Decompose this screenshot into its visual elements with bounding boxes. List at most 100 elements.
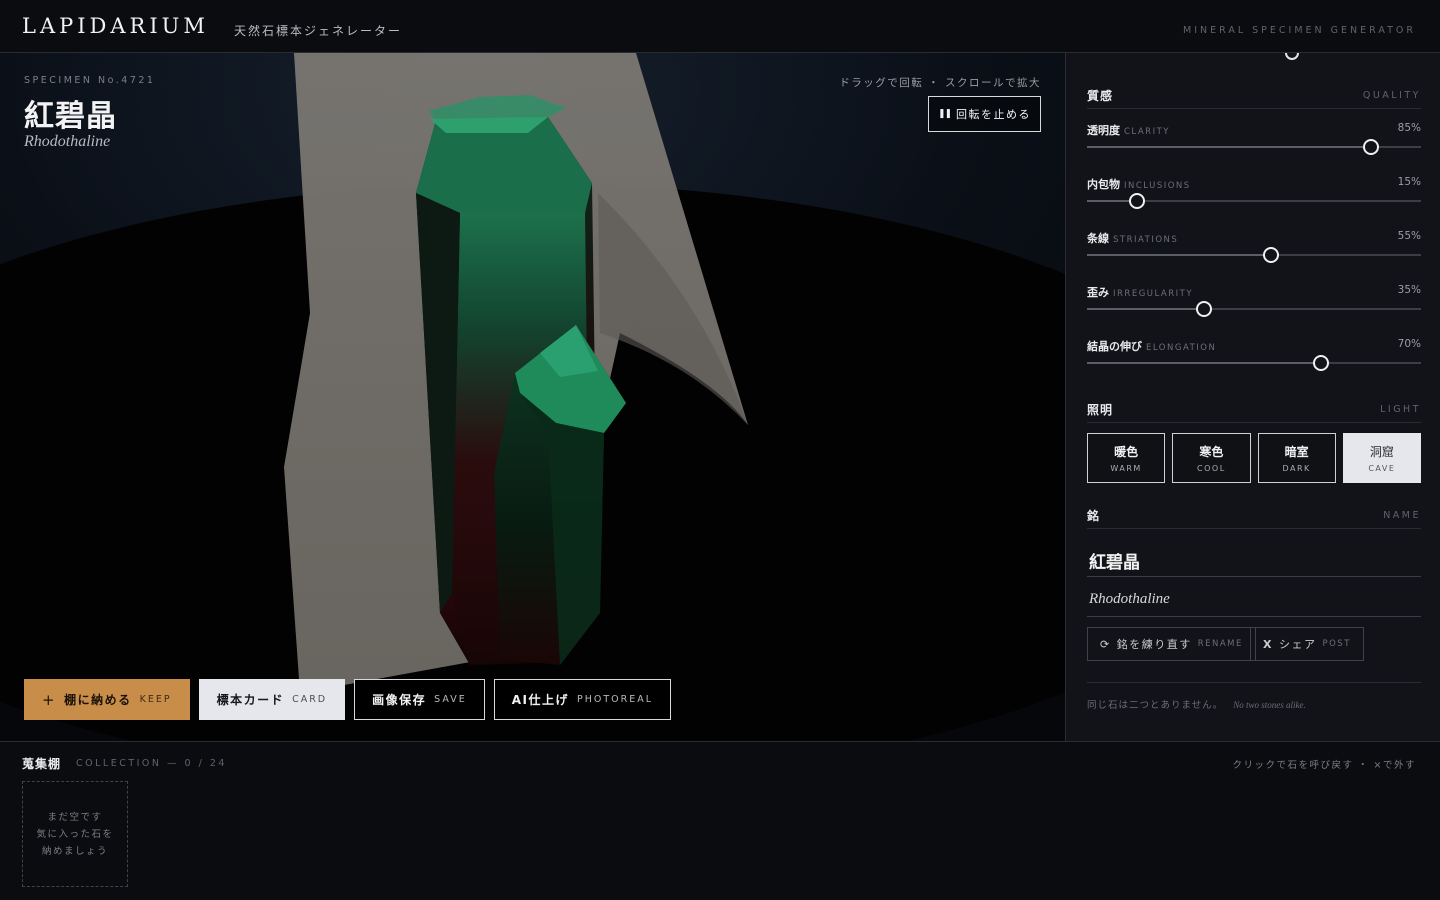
specimen-number: SPECIMEN No.4721: [24, 75, 156, 86]
quality-section-header: 質感 QUALITY: [1087, 87, 1421, 109]
rename-label-en: RENAME: [1197, 639, 1243, 649]
partial-slider-thumb[interactable]: [1285, 53, 1299, 60]
slider-track[interactable]: [1087, 139, 1421, 155]
slider-label: 結晶の伸び ELONGATION: [1087, 340, 1217, 353]
light-option-label: 寒色: [1199, 445, 1224, 459]
name-jp-field[interactable]: 紅碧晶: [1087, 539, 1421, 577]
quality-title-en: QUALITY: [1362, 90, 1421, 101]
empty-line-1: まだ空です: [47, 811, 103, 823]
specimen-name-en: Rhodothaline: [24, 133, 111, 150]
slider-track[interactable]: [1087, 247, 1421, 263]
slider-irregularity[interactable]: 歪み IRREGULARITY 35%: [1087, 284, 1421, 317]
slider-fill: [1087, 254, 1271, 256]
light-option-dark[interactable]: 暗室 DARK: [1257, 433, 1336, 483]
stop-rotation-button[interactable]: ❚❚ 回転を止める: [928, 96, 1041, 132]
card-label: 標本カード: [216, 693, 285, 707]
light-option-cool[interactable]: 寒色 COOL: [1172, 433, 1251, 483]
footnote: 同じ石は二つとありません。 No two stones alike.: [1087, 697, 1306, 711]
empty-line-2: 気に入った石を: [36, 828, 114, 840]
collection-title: 蒐集棚: [22, 757, 62, 771]
slider-track[interactable]: [1087, 355, 1421, 371]
light-title: 照明: [1087, 403, 1114, 417]
header-tagline: MINERAL SPECIMEN GENERATOR: [1183, 25, 1416, 36]
ai-label-en: PHOTOREAL: [577, 694, 654, 705]
plus-icon: +: [42, 690, 57, 709]
keep-button[interactable]: + 棚に納める KEEP: [24, 679, 190, 720]
card-label-en: CARD: [292, 694, 328, 705]
light-option-label-en: WARM: [1110, 464, 1142, 473]
footnote-jp: 同じ石は二つとありません。: [1087, 700, 1224, 711]
quality-title: 質感: [1087, 89, 1114, 103]
slider-label: 歪み IRREGULARITY: [1087, 286, 1194, 299]
control-panel: 質感 QUALITY 透明度 CLARITY 85% 内包物 INCLUSIONS 15%…: [1065, 53, 1440, 741]
name-section-header: 銘 NAME: [1087, 507, 1421, 529]
brand-subtitle: 天然石標本ジェネレーター: [234, 24, 403, 38]
empty-collection-slot: まだ空です 気に入った石を 納めましょう: [22, 781, 128, 887]
light-option-label: 暖色: [1114, 445, 1139, 459]
light-option-label-en: COOL: [1197, 464, 1226, 473]
keep-label: 棚に納める: [64, 693, 132, 707]
slider-fill: [1087, 362, 1321, 364]
slider-thumb[interactable]: [1195, 301, 1212, 317]
slider-clarity[interactable]: 透明度 CLARITY 85%: [1087, 122, 1421, 155]
slider-striations[interactable]: 条線 STRIATIONS 55%: [1087, 230, 1421, 263]
slider-elongation[interactable]: 結晶の伸び ELONGATION 70%: [1087, 338, 1421, 371]
slider-inclusions[interactable]: 内包物 INCLUSIONS 15%: [1087, 176, 1421, 209]
viewport-hint: ドラッグで回転 ・ スクロールで拡大: [839, 77, 1041, 89]
x-logo-icon: X: [1263, 637, 1273, 651]
brand-logo[interactable]: LAPIDARIUM: [22, 14, 209, 38]
ai-label: AI仕上げ: [511, 693, 570, 707]
card-button[interactable]: 標本カード CARD: [198, 679, 346, 720]
slider-fill: [1087, 308, 1204, 310]
slider-thumb[interactable]: [1129, 193, 1146, 209]
panel-divider: [1087, 682, 1421, 683]
name-title: 銘: [1087, 509, 1101, 523]
slider-track[interactable]: [1087, 193, 1421, 209]
keep-label-en: KEEP: [139, 694, 172, 705]
light-section-header: 照明 LIGHT: [1087, 401, 1421, 423]
slider-value: 70%: [1397, 338, 1421, 350]
crystal-scene[interactable]: [0, 53, 1065, 741]
specimen-name-jp: 紅碧晶: [24, 99, 117, 134]
slider-value: 35%: [1397, 284, 1421, 296]
light-option-cave[interactable]: 洞窟 CAVE: [1342, 433, 1421, 483]
slider-value: 55%: [1397, 230, 1421, 242]
light-option-label-en: CAVE: [1368, 464, 1396, 473]
refresh-icon: ⟳: [1100, 637, 1111, 651]
light-option-label: 洞窟: [1369, 445, 1394, 459]
save-label: 画像保存: [372, 693, 427, 707]
collection-hint: クリックで石を呼び戻す ・ ×で外す: [1232, 760, 1416, 771]
slider-label: 条線 STRIATIONS: [1087, 232, 1179, 245]
rename-button[interactable]: ⟳ 銘を練り直す RENAME: [1087, 627, 1256, 661]
collection-count: COLLECTION — 0 / 24: [76, 758, 227, 769]
slider-track[interactable]: [1087, 301, 1421, 317]
empty-line-3: 納めましょう: [41, 845, 108, 857]
post-label-en: POST: [1322, 639, 1351, 649]
action-bar: + 棚に納める KEEP 標本カード CARD 画像保存 SAVE AI仕上げ …: [24, 679, 672, 720]
collection-shelf: 蒐集棚 COLLECTION — 0 / 24 クリックで石を呼び戻す ・ ×で…: [0, 741, 1440, 900]
footnote-en: No two stones alike.: [1233, 700, 1306, 710]
rename-label: 銘を練り直す: [1116, 638, 1192, 651]
ai-photoreal-button[interactable]: AI仕上げ PHOTOREAL: [493, 679, 672, 720]
slider-label: 透明度 CLARITY: [1087, 124, 1170, 137]
light-options: 暖色 WARM 寒色 COOL 暗室 DARK 洞窟 CAVE: [1087, 433, 1421, 483]
save-label-en: SAVE: [434, 694, 467, 705]
post-button[interactable]: X シェア POST: [1250, 627, 1364, 661]
slider-label: 内包物 INCLUSIONS: [1087, 178, 1191, 191]
slider-thumb[interactable]: [1362, 139, 1379, 155]
save-image-button[interactable]: 画像保存 SAVE: [354, 679, 485, 720]
pause-icon: ❚❚: [937, 109, 952, 119]
name-en-field[interactable]: Rhodothaline: [1087, 579, 1421, 617]
stop-rotation-label: 回転を止める: [956, 108, 1032, 121]
slider-thumb[interactable]: [1262, 247, 1279, 263]
light-title-en: LIGHT: [1380, 404, 1421, 415]
name-title-en: NAME: [1383, 510, 1421, 521]
post-label: シェア: [1278, 638, 1317, 651]
specimen-viewport[interactable]: SPECIMEN No.4721 紅碧晶 Rhodothaline ドラッグで回…: [0, 53, 1065, 741]
light-option-warm[interactable]: 暖色 WARM: [1087, 433, 1166, 483]
slider-fill: [1087, 146, 1371, 148]
light-option-label-en: DARK: [1282, 464, 1311, 473]
light-option-label: 暗室: [1284, 445, 1309, 459]
app-header: LAPIDARIUM 天然石標本ジェネレーター MINERAL SPECIMEN…: [0, 0, 1440, 53]
slider-thumb[interactable]: [1312, 355, 1329, 371]
